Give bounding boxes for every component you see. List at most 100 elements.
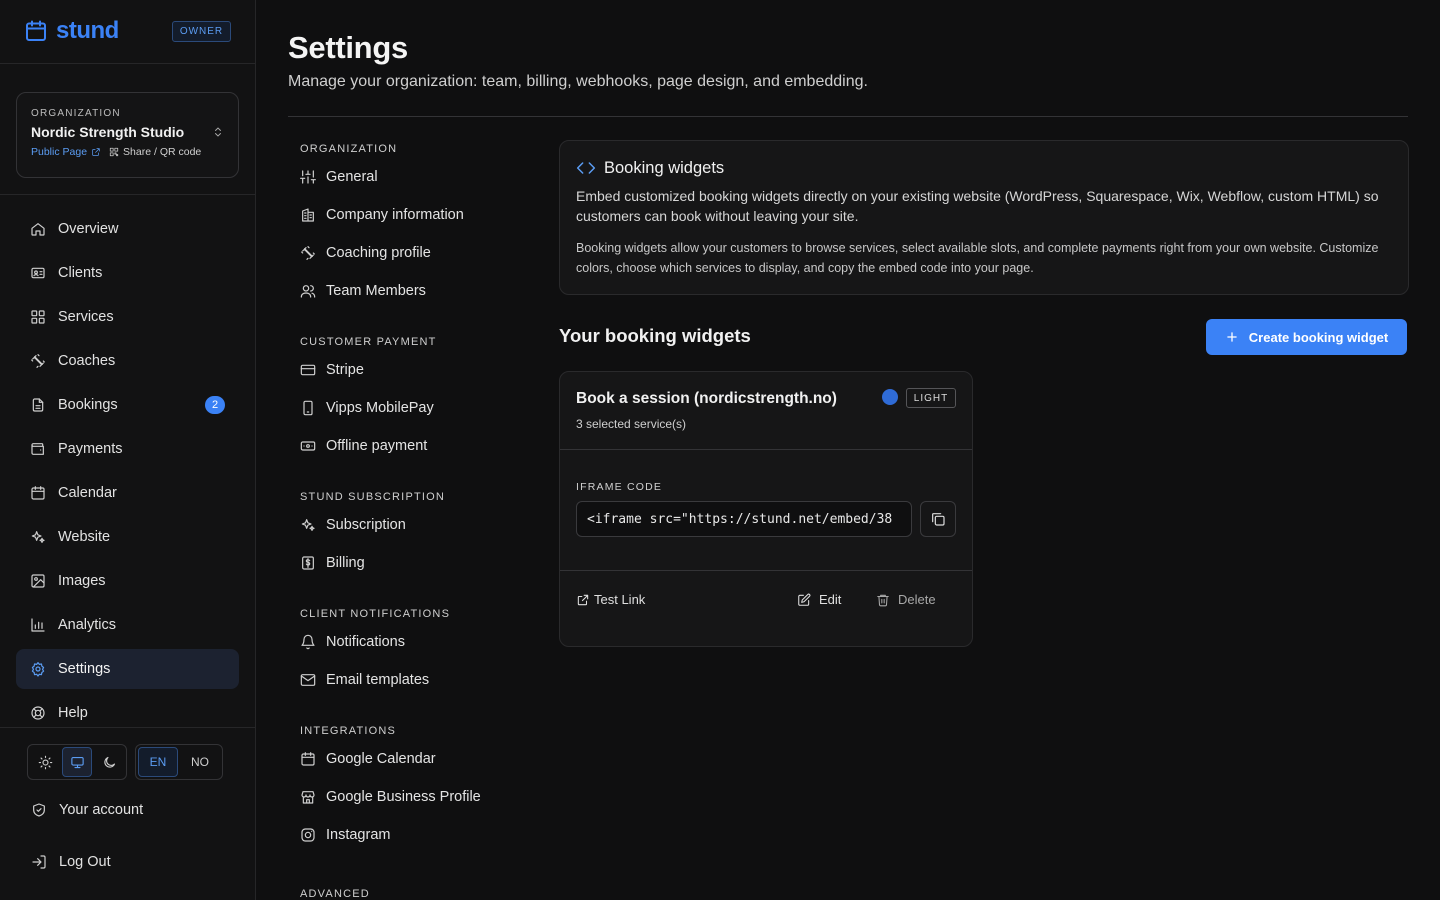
sidebar-item-analytics[interactable]: Analytics — [16, 605, 239, 645]
settings-item-label: Offline payment — [326, 438, 428, 454]
qr-code-icon — [109, 147, 119, 157]
iframe-code-field[interactable]: <iframe src="https://stund.net/embed/38 — [576, 501, 912, 537]
moon-icon — [102, 755, 117, 770]
smartphone-icon — [300, 400, 316, 416]
monitor-icon — [70, 755, 85, 770]
share-qr-link[interactable]: Share / QR code — [109, 146, 201, 158]
copy-icon — [930, 511, 946, 527]
image-icon — [30, 573, 46, 589]
settings-item-company[interactable]: Company information — [300, 196, 530, 234]
copy-code-button[interactable] — [920, 501, 956, 537]
divider — [560, 570, 972, 571]
settings-item-instagram[interactable]: Instagram — [300, 816, 530, 854]
settings-item-label: Stripe — [326, 362, 364, 378]
settings-item-email-templates[interactable]: Email templates — [300, 661, 530, 699]
home-icon — [30, 221, 46, 237]
your-account-link[interactable]: Your account — [31, 802, 143, 818]
settings-item-team[interactable]: Team Members — [300, 272, 530, 310]
sidebar-item-settings[interactable]: Settings — [16, 649, 239, 689]
brand-logo[interactable]: stund — [24, 16, 119, 46]
settings-item-label: Subscription — [326, 517, 406, 533]
edit-label: Edit — [819, 592, 842, 607]
widget-theme-badge: LIGHT — [906, 388, 956, 408]
calendar-icon — [24, 19, 48, 43]
plus-icon — [1225, 330, 1239, 344]
theme-light-button[interactable] — [30, 747, 60, 777]
language-en-button[interactable]: EN — [138, 747, 178, 777]
settings-nav: ORGANIZATION General Company information… — [300, 140, 530, 900]
test-link-label: Test Link — [594, 592, 646, 607]
external-link-icon — [91, 147, 101, 157]
document-icon — [30, 397, 46, 413]
grid-icon — [30, 309, 46, 325]
calendar-icon — [30, 485, 46, 501]
theme-dark-button[interactable] — [94, 747, 124, 777]
language-toggle: EN NO — [135, 744, 223, 780]
sidebar-item-label: Overview — [58, 221, 119, 237]
settings-section-customer-payment: CUSTOMER PAYMENT — [300, 336, 437, 348]
sidebar-item-label: Services — [58, 309, 114, 325]
settings-item-coaching[interactable]: Coaching profile — [300, 234, 530, 272]
divider — [0, 727, 255, 728]
sidebar-item-label: Website — [58, 529, 111, 545]
settings-item-subscription[interactable]: Subscription — [300, 506, 530, 544]
public-page-link[interactable]: Public Page — [31, 146, 101, 158]
code-icon — [576, 158, 596, 178]
instagram-icon — [300, 827, 316, 843]
settings-section-organization: ORGANIZATION — [300, 143, 398, 155]
credit-card-icon — [300, 362, 316, 378]
settings-item-offline[interactable]: Offline payment — [300, 427, 530, 465]
logout-label: Log Out — [59, 854, 111, 870]
create-booking-widget-button[interactable]: Create booking widget — [1206, 319, 1407, 355]
id-card-icon — [30, 265, 46, 281]
settings-item-google-calendar[interactable]: Google Calendar — [300, 740, 530, 778]
widget-services-count: 3 selected service(s) — [576, 417, 687, 431]
edit-widget-button[interactable]: Edit — [797, 592, 841, 607]
sun-icon — [38, 755, 53, 770]
bar-chart-icon — [30, 617, 46, 633]
brand-name: stund — [56, 17, 119, 44]
dumbbell-icon — [300, 245, 316, 261]
language-no-button[interactable]: NO — [180, 747, 220, 777]
your-account-label: Your account — [59, 802, 144, 818]
sidebar-item-images[interactable]: Images — [16, 561, 239, 601]
sidebar-item-label: Images — [58, 573, 106, 589]
settings-item-label: Vipps MobilePay — [326, 400, 434, 416]
sidebar-item-label: Payments — [58, 441, 123, 457]
settings-item-billing[interactable]: Billing — [300, 544, 530, 582]
sidebar-item-calendar[interactable]: Calendar — [16, 473, 239, 513]
gear-icon — [30, 661, 46, 677]
test-link-button[interactable]: Test Link — [576, 592, 645, 607]
sidebar-item-coaches[interactable]: Coaches — [16, 341, 239, 381]
sidebar-item-clients[interactable]: Clients — [16, 253, 239, 293]
sidebar-item-payments[interactable]: Payments — [16, 429, 239, 469]
settings-section-subscription: STUND SUBSCRIPTION — [300, 491, 446, 503]
sidebar-item-bookings[interactable]: Bookings 2 — [16, 385, 239, 425]
settings-item-label: Email templates — [326, 672, 430, 688]
theme-system-button[interactable] — [62, 747, 92, 777]
delete-widget-button[interactable]: Delete — [876, 592, 936, 607]
settings-item-label: Coaching profile — [326, 245, 431, 261]
chevrons-up-down-icon — [212, 126, 224, 138]
sidebar-item-services[interactable]: Services — [16, 297, 239, 337]
share-qr-label: Share / QR code — [123, 146, 202, 158]
calendar-icon — [300, 751, 316, 767]
bell-icon — [300, 634, 316, 650]
settings-item-vipps[interactable]: Vipps MobilePay — [300, 389, 530, 427]
settings-item-notifications[interactable]: Notifications — [300, 623, 530, 661]
users-icon — [300, 283, 316, 299]
settings-section-client-notifications: CLIENT NOTIFICATIONS — [300, 608, 451, 620]
settings-item-label: General — [326, 169, 378, 185]
sidebar-item-overview[interactable]: Overview — [16, 209, 239, 249]
delete-label: Delete — [898, 592, 936, 607]
settings-item-general[interactable]: General — [300, 158, 530, 196]
logout-button[interactable]: Log Out — [31, 854, 111, 870]
theme-toggle — [27, 744, 127, 780]
bookings-count-badge: 2 — [205, 396, 225, 414]
organization-switcher[interactable]: ORGANIZATION Nordic Strength Studio Publ… — [16, 92, 239, 178]
settings-item-google-business[interactable]: Google Business Profile — [300, 778, 530, 816]
info-details: Booking widgets allow your customers to … — [576, 241, 1379, 275]
booking-widgets-info-card: Booking widgets Embed customized booking… — [559, 140, 1409, 295]
sidebar-item-website[interactable]: Website — [16, 517, 239, 557]
settings-item-stripe[interactable]: Stripe — [300, 351, 530, 389]
